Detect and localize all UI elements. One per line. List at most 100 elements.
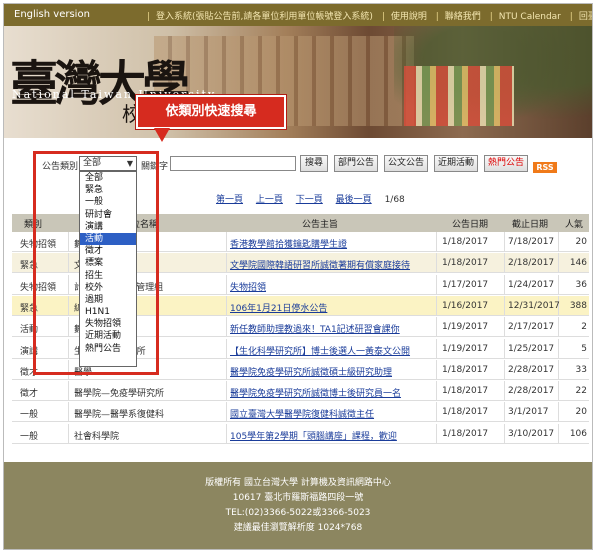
column-divider: [226, 295, 227, 316]
dropdown-option[interactable]: 招生: [80, 270, 136, 282]
dropdown-option[interactable]: 近期活動: [80, 330, 136, 342]
dropdown-option[interactable]: 全部: [80, 172, 136, 184]
cell-hits: 20: [575, 407, 587, 418]
table-row[interactable]: 徵才 醫學院—免疫學研究所 醫學院免疫學研究所誠徵博士後研究員一名 1/18/2017…: [12, 381, 589, 402]
footer: 版權所有 國立台灣大學 計算機及資訊網路中心 10617 臺北市羅斯福路四段一號…: [4, 462, 592, 549]
cell-hits: 22: [575, 386, 587, 397]
dropdown-option[interactable]: 徵才: [80, 245, 136, 257]
contact-link[interactable]: 聯絡我們: [445, 12, 481, 22]
callout-label: 依類別快速搜尋: [136, 95, 286, 129]
doc-notice-button[interactable]: 公文公告: [384, 155, 428, 172]
cell-subject[interactable]: 105學年第2學期「頭腦講座」課程，歡迎: [230, 429, 435, 442]
cell-subject[interactable]: 106年1月21日停水公告: [230, 301, 435, 314]
dropdown-option[interactable]: 熱門公告: [80, 343, 136, 355]
first-page-link[interactable]: 第一頁: [216, 195, 243, 205]
cell-type: 徵才: [20, 389, 39, 400]
dropdown-option[interactable]: 緊急: [80, 184, 136, 196]
rss-icon[interactable]: RSS: [533, 162, 557, 173]
column-divider: [504, 359, 505, 380]
page-frame: English version | 登入系統(張貼公告前,請各單位利用單位帳號登入…: [3, 3, 593, 550]
category-dropdown[interactable]: 全部 緊急 一般 研討會 演講 活動 徵才 標案 招生 校外 過期 H1N1 失物招領 近期活動 熱門公告: [79, 171, 137, 367]
next-page-link[interactable]: 下一頁: [296, 195, 323, 205]
cell-subject[interactable]: 失物招領: [230, 280, 435, 293]
page-status: 1/68: [384, 195, 405, 205]
column-divider: [504, 317, 505, 338]
english-version-link[interactable]: English version: [14, 9, 90, 20]
cell-date: 1/18/2017: [442, 386, 489, 397]
cell-hits: 106: [569, 428, 587, 439]
column-divider: [436, 381, 437, 402]
cell-subject[interactable]: 香港教學館拾獲鑰匙購學生證: [230, 237, 435, 250]
prev-page-link[interactable]: 上一頁: [256, 195, 283, 205]
cell-subject[interactable]: 醫學院免疫學研究所誠徵碩士級研究助理: [230, 365, 435, 378]
column-divider: [226, 423, 227, 444]
cell-subject[interactable]: 新任教師助理教過來！TA1記述研習會課你: [230, 322, 435, 335]
dept-notice-button[interactable]: 部門公告: [334, 155, 378, 172]
cell-subject[interactable]: 國立臺灣大學醫學院復健科誠徵主任: [230, 407, 435, 420]
help-link[interactable]: 使用說明: [391, 12, 427, 22]
cell-date: 1/18/2017: [442, 364, 489, 375]
top-links: | 登入系統(張貼公告前,請各單位利用單位帳號登入系統) | 使用說明 | 聯絡我們 …: [144, 9, 592, 22]
cell-end: 3/10/2017: [508, 428, 555, 439]
dropdown-option[interactable]: 一般: [80, 196, 136, 208]
login-link[interactable]: 登入系統(張貼公告前,請各單位利用單位帳號登入系統): [156, 12, 373, 22]
cell-hits: 388: [569, 300, 587, 311]
column-divider: [504, 274, 505, 295]
cell-end: 2/17/2017: [508, 322, 555, 333]
cell-end: 1/25/2017: [508, 343, 555, 354]
dropdown-option[interactable]: 過期: [80, 294, 136, 306]
dropdown-option[interactable]: 失物招領: [80, 318, 136, 330]
home-link[interactable]: 回臺大首頁: [579, 12, 592, 22]
cell-unit: 社會科學院: [74, 431, 120, 442]
table-row[interactable]: 一般 社會科學院 105學年第2學期「頭腦講座」課程，歡迎 1/18/2017 3/10…: [12, 423, 589, 444]
column-divider: [504, 423, 505, 444]
calendar-link[interactable]: NTU Calendar: [499, 12, 561, 22]
cell-subject[interactable]: 醫學院免疫學研究所誠徵博士後研究員一名: [230, 386, 435, 399]
cell-date: 1/18/2017: [442, 237, 489, 247]
column-divider: [226, 402, 227, 423]
cell-unit: 醫學院—醫學系復健科: [74, 410, 165, 421]
column-divider: [504, 338, 505, 359]
dropdown-option[interactable]: 演講: [80, 221, 136, 233]
column-divider: [436, 253, 437, 274]
cell-subject[interactable]: 文學院國際韓語研習所誠徵著期有償家庭接待: [230, 258, 435, 271]
hot-notice-button[interactable]: 熱門公告: [484, 155, 528, 172]
keyword-input[interactable]: [170, 156, 296, 171]
footer-address: 10617 臺北市羅斯福路四段一號: [232, 493, 364, 503]
dropdown-option[interactable]: 活動: [80, 232, 136, 246]
search-button[interactable]: 搜尋: [300, 155, 328, 172]
footer-phone: TEL:(02)3366-5022或3366-5023: [225, 508, 371, 518]
column-divider: [226, 338, 227, 359]
top-bar: English version | 登入系統(張貼公告前,請各單位利用單位帳號登入…: [4, 4, 592, 26]
dropdown-option[interactable]: 校外: [80, 282, 136, 294]
posters-image: [404, 66, 514, 126]
column-divider: [504, 381, 505, 402]
cell-end: 2/28/2017: [508, 386, 555, 397]
cell-hits: 146: [569, 258, 587, 269]
column-divider: [226, 381, 227, 402]
cell-type: 一般: [20, 410, 39, 421]
dropdown-option[interactable]: 研討會: [80, 209, 136, 221]
dropdown-option[interactable]: 標案: [80, 257, 136, 269]
column-divider: [436, 402, 437, 423]
dropdown-option[interactable]: H1N1: [80, 306, 136, 318]
column-divider: [436, 338, 437, 359]
cell-hits: 5: [581, 343, 587, 354]
cell-subject[interactable]: 【生化科學研究所】博士後選人一黃泰文公開: [230, 344, 435, 357]
column-divider: [504, 253, 505, 274]
last-page-link[interactable]: 最後一頁: [336, 195, 372, 205]
cell-date: 1/19/2017: [442, 343, 489, 354]
header-end: 截止日期: [512, 220, 549, 230]
column-divider: [226, 317, 227, 338]
table-row[interactable]: 一般 醫學院—醫學系復健科 國立臺灣大學醫學院復健科誠徵主任 1/18/2017 3/1…: [12, 402, 589, 423]
column-divider: [226, 274, 227, 295]
cell-date: 1/17/2017: [442, 279, 489, 290]
column-divider: [226, 253, 227, 274]
recent-events-button[interactable]: 近期活動: [434, 155, 478, 172]
dropdown-list: 全部 緊急 一般 研討會 演講 活動 徵才 標案 招生 校外 過期 H1N1 失物招領 近期活動 熱門公告: [80, 172, 136, 355]
cell-end: 1/24/2017: [508, 279, 555, 290]
header-hits: 人氣: [565, 220, 584, 230]
footer-resolution: 建議最佳瀏覽解析度 1024*768: [233, 523, 363, 533]
column-divider: [436, 359, 437, 380]
column-divider: [504, 232, 505, 252]
